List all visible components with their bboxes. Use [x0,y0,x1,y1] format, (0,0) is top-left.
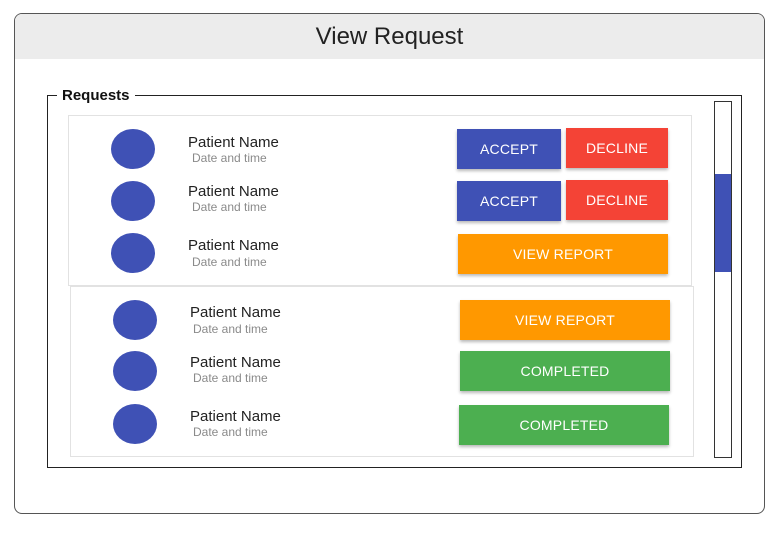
avatar [111,129,155,169]
patient-name: Patient Name [190,304,281,321]
patient-name: Patient Name [190,408,281,425]
title-bar: View Request [15,14,764,59]
avatar [113,351,157,391]
requests-legend: Requests [57,87,135,104]
request-datetime: Date and time [193,371,268,385]
decline-button[interactable]: DECLINE [566,128,668,168]
patient-name: Patient Name [188,134,279,151]
request-datetime: Date and time [192,255,267,269]
scrollbar-thumb[interactable] [715,174,731,272]
avatar [113,300,157,340]
completed-button[interactable]: COMPLETED [459,405,669,445]
page-title: View Request [315,22,464,50]
avatar [113,404,157,444]
view-report-button[interactable]: VIEW REPORT [458,234,668,274]
decline-button[interactable]: DECLINE [566,180,668,220]
view-report-button[interactable]: VIEW REPORT [460,300,670,340]
request-datetime: Date and time [192,151,267,165]
scrollbar[interactable] [714,101,732,458]
request-datetime: Date and time [193,322,268,336]
completed-button[interactable]: COMPLETED [460,351,670,391]
request-datetime: Date and time [192,200,267,214]
accept-button[interactable]: ACCEPT [457,181,561,221]
patient-name: Patient Name [188,183,279,200]
request-datetime: Date and time [193,425,268,439]
patient-name: Patient Name [188,237,279,254]
accept-button[interactable]: ACCEPT [457,129,561,169]
avatar [111,181,155,221]
patient-name: Patient Name [190,354,281,371]
avatar [111,233,155,273]
